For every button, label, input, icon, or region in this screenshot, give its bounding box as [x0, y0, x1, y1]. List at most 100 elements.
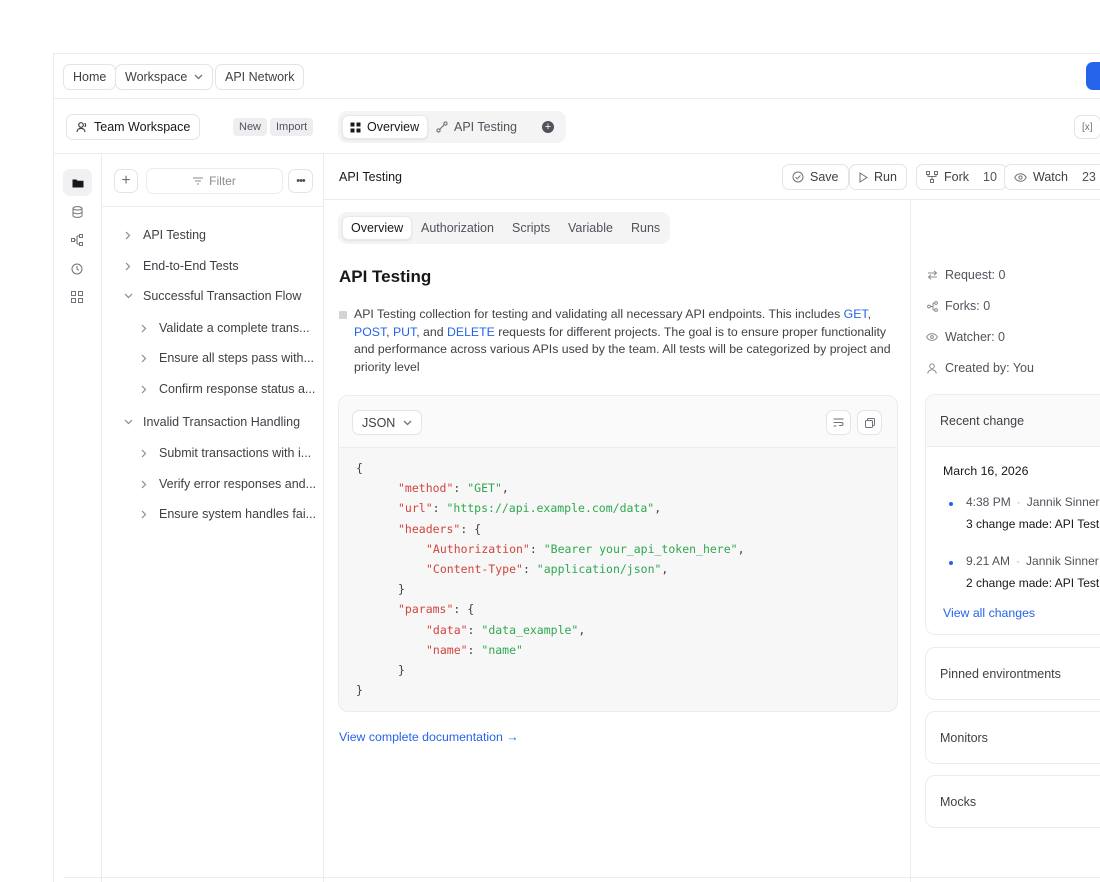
collection-title: API Testing	[339, 170, 403, 184]
profile-button[interactable]	[1086, 62, 1100, 90]
save-button[interactable]: Save	[782, 164, 849, 190]
sidebar-tree-item[interactable]: Invalid Transaction Handling	[121, 411, 300, 433]
apps-icon[interactable]	[69, 289, 85, 305]
nav-api-network[interactable]: API Network	[215, 64, 305, 90]
footer-divider	[64, 877, 1100, 878]
method-put-link[interactable]: PUT	[393, 325, 416, 339]
database-icon[interactable]	[69, 204, 85, 220]
subtab-authorization[interactable]: Authorization	[413, 216, 502, 240]
chevron-down-icon[interactable]	[121, 419, 135, 425]
add-tab-icon[interactable]: +	[542, 121, 554, 133]
description-punct: ,	[386, 324, 393, 339]
monitors-title: Monitors	[940, 731, 988, 745]
code-line: }	[398, 663, 405, 683]
entry-separator: ·	[1016, 495, 1021, 509]
more-options-button[interactable]: •••	[288, 169, 313, 193]
description-punct: , and	[416, 324, 447, 339]
folder-icon	[72, 178, 84, 188]
sidebar-tree-item[interactable]: Verify error responses and...	[137, 473, 316, 495]
filter-input[interactable]: Filter	[146, 168, 283, 194]
chevron-right-icon[interactable]	[137, 510, 151, 519]
subtab-scripts[interactable]: Scripts	[504, 216, 558, 240]
view-all-changes-link[interactable]: View all changes	[943, 606, 1035, 620]
collections-rail-button[interactable]	[63, 169, 92, 196]
sidebar-tree-item[interactable]: Ensure all steps pass with...	[137, 347, 314, 369]
json-punctuation: ,	[654, 501, 662, 516]
format-dropdown[interactable]: JSON	[352, 410, 423, 435]
json-punctuation: : {	[460, 521, 482, 536]
subtab-overview[interactable]: Overview	[342, 216, 413, 240]
chevron-down-icon[interactable]	[121, 293, 135, 299]
json-punctuation: }	[398, 582, 405, 597]
sidebar-tree-item[interactable]: API Testing	[121, 224, 206, 246]
tab-api-testing[interactable]: API Testing	[428, 115, 525, 139]
chevron-right-icon[interactable]	[137, 324, 151, 333]
eye-icon	[926, 333, 938, 341]
rail-divider	[101, 154, 102, 882]
subtab-label: Scripts	[512, 221, 551, 235]
json-string: "Bearer your_api_token_here"	[543, 541, 738, 556]
nav-home[interactable]: Home	[63, 64, 117, 90]
eye-icon	[1014, 172, 1027, 182]
sidebar-tree-item[interactable]: Ensure system handles fai...	[137, 503, 316, 525]
sidebar-tree-item-label: Validate a complete trans...	[159, 321, 310, 335]
chevron-right-icon[interactable]	[137, 354, 151, 363]
chevron-right-icon[interactable]	[137, 449, 151, 458]
sidebar-header-divider	[102, 206, 323, 207]
copy-button[interactable]	[857, 410, 882, 435]
nav-workspace-dropdown[interactable]: Workspace	[115, 64, 214, 90]
code-block-toolbar	[339, 396, 897, 448]
monitors-card[interactable]: Monitors	[925, 711, 1100, 764]
method-get-link[interactable]: GET	[844, 307, 868, 321]
subtab-label: Authorization	[421, 221, 494, 235]
chevron-right-icon[interactable]	[137, 480, 151, 489]
sidebar-tree-item[interactable]: Confirm response status a...	[137, 378, 315, 400]
import-button[interactable]: Import	[270, 118, 314, 136]
json-punctuation: :	[467, 642, 482, 657]
sidebar-tree-item[interactable]: Submit transactions with i...	[137, 442, 311, 464]
wrap-icon	[833, 418, 844, 427]
hierarchy-icon[interactable]	[69, 232, 85, 248]
wrap-lines-button[interactable]	[826, 410, 851, 435]
description-punct: ,	[867, 307, 871, 321]
sidebar-tree-item[interactable]: Validate a complete trans...	[137, 317, 310, 339]
subtab-label: Variable	[568, 221, 613, 235]
sidebar-tree-item[interactable]: Successful Transaction Flow	[121, 285, 301, 307]
sidebar-tree-item-label: Ensure all steps pass with...	[159, 351, 314, 365]
subtab-variable[interactable]: Variable	[560, 216, 621, 240]
chevron-right-icon[interactable]	[137, 385, 151, 394]
history-icon[interactable]	[69, 261, 85, 277]
sidebar-divider	[323, 154, 324, 882]
sidebar-tree-item-label: Submit transactions with i...	[159, 446, 312, 460]
sidebar-tree-item[interactable]: End-to-End Tests	[121, 255, 239, 277]
add-collection-button[interactable]: +	[114, 169, 138, 193]
nav-workspace-label: Workspace	[125, 70, 188, 84]
new-button[interactable]: New	[233, 118, 268, 136]
subtab-label: Runs	[631, 221, 661, 235]
environment-chip[interactable]: [x]	[1074, 115, 1100, 139]
method-delete-link[interactable]: DELETE	[447, 325, 495, 339]
view-documentation-link[interactable]: View complete documentation →	[339, 730, 519, 744]
fork-button[interactable]: Fork 10	[916, 164, 1007, 190]
run-button[interactable]: Run	[849, 164, 907, 190]
info-created-by: Created by: You	[926, 358, 1034, 378]
description-bullet	[339, 311, 347, 319]
sidebar-tree-item-label: Verify error responses and...	[159, 477, 317, 491]
chevron-right-icon[interactable]	[121, 262, 135, 271]
code-line: "method": "GET",	[398, 481, 509, 501]
pinned-environments-card[interactable]: Pinned environtments	[925, 647, 1100, 700]
tab-overview-label: Overview	[367, 120, 420, 134]
filter-placeholder: Filter	[209, 174, 236, 188]
entry-time: 4:38 PM	[966, 495, 1011, 509]
watch-button[interactable]: Watch 23	[1004, 164, 1100, 190]
json-punctuation: :	[432, 501, 447, 516]
chevron-right-icon[interactable]	[121, 231, 135, 240]
tab-overview[interactable]: Overview	[342, 115, 429, 139]
mocks-card[interactable]: Mocks	[925, 775, 1100, 828]
subtab-runs[interactable]: Runs	[623, 216, 668, 240]
tab-api-testing-label: API Testing	[454, 120, 518, 134]
code-line: "params": {	[398, 602, 474, 622]
method-post-link[interactable]: POST	[354, 325, 386, 339]
json-punctuation: :	[467, 622, 482, 637]
team-workspace-button[interactable]: Team Workspace	[66, 114, 201, 140]
